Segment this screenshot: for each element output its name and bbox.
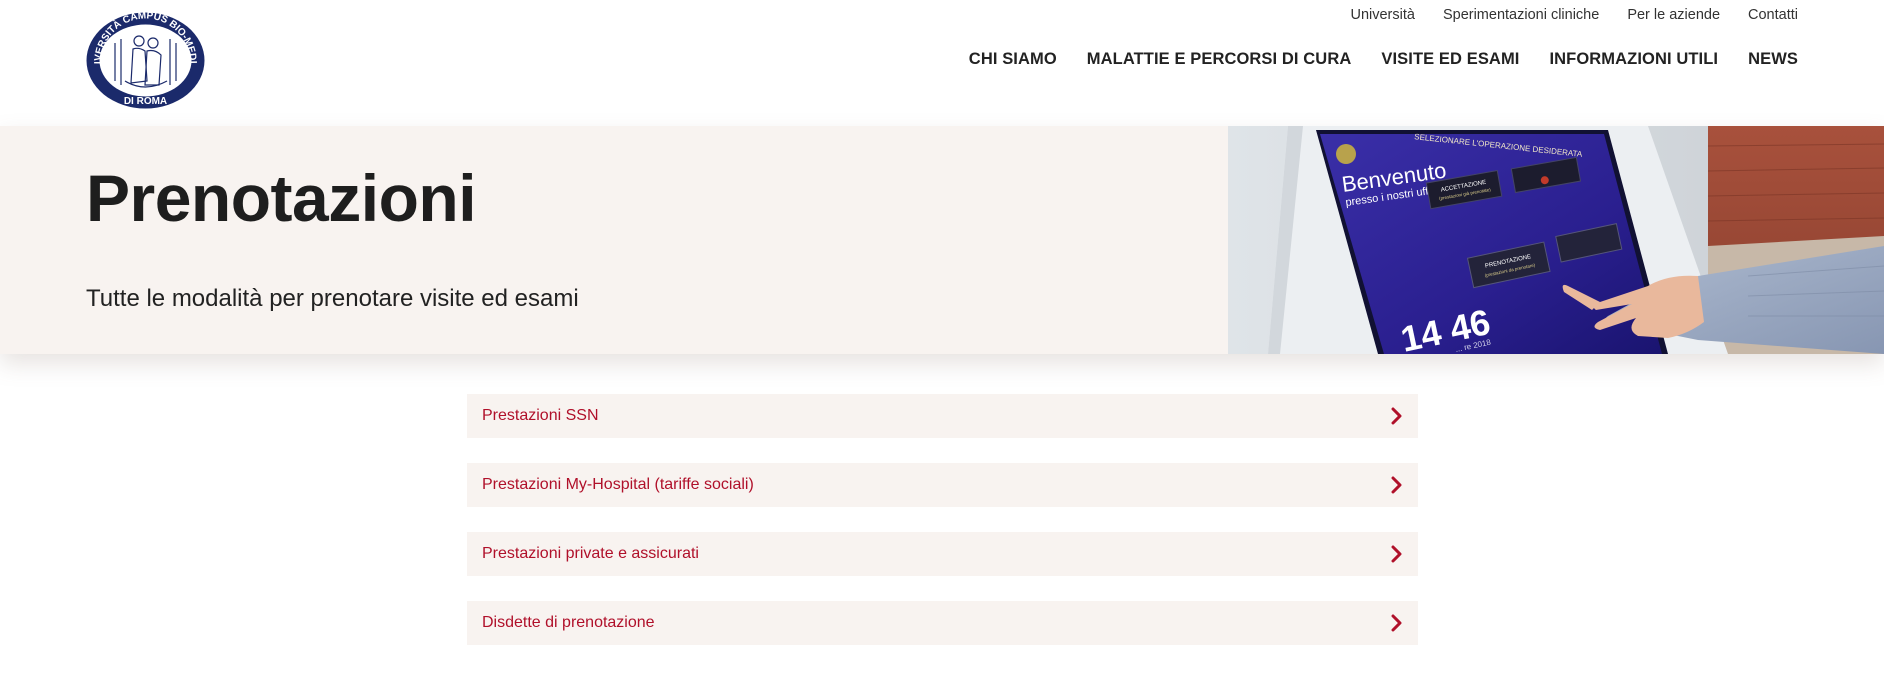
logo-text-bottom: DI ROMA — [124, 96, 167, 107]
main-nav-news[interactable]: NEWS — [1748, 50, 1798, 69]
page-title: Prenotazioni — [86, 161, 477, 235]
link-label: Prestazioni SSN — [482, 407, 599, 424]
chevron-right-icon — [1391, 614, 1402, 632]
util-nav-contatti[interactable]: Contatti — [1748, 7, 1798, 23]
chevron-right-icon — [1391, 407, 1402, 425]
link-prestazioni-my-hospital[interactable]: Prestazioni My-Hospital (tariffe sociali… — [467, 463, 1418, 507]
booking-links: Prestazioni SSN Prestazioni My-Hospital … — [467, 394, 1418, 670]
logo-emblem: UNIVERSITÀ CAMPUS BIO-MEDICO DI ROMA — [81, 3, 205, 109]
link-prestazioni-ssn[interactable]: Prestazioni SSN — [467, 394, 1418, 438]
link-label: Prestazioni My-Hospital (tariffe sociali… — [482, 476, 754, 493]
main-nav-visite-ed-esami[interactable]: VISITE ED ESAMI — [1381, 50, 1519, 69]
link-label: Prestazioni private e assicurati — [482, 545, 699, 562]
link-label: Disdette di prenotazione — [482, 614, 655, 631]
util-nav-per-le-aziende[interactable]: Per le aziende — [1627, 7, 1720, 23]
main-nav-informazioni-utili[interactable]: INFORMAZIONI UTILI — [1549, 50, 1718, 69]
university-logo[interactable]: UNIVERSITÀ CAMPUS BIO-MEDICO DI ROMA — [81, 3, 206, 110]
hero-banner: Prenotazioni Tutte le modalità per preno… — [0, 126, 1884, 354]
utility-nav: Università Sperimentazioni cliniche Per … — [1350, 5, 1798, 25]
kiosk-illustration: SELEZIONARE L'OPERAZIONE DESIDERATA Benv… — [1228, 126, 1884, 354]
main-nav-malattie-e-percorsi-di-cura[interactable]: MALATTIE E PERCORSI DI CURA — [1087, 50, 1352, 69]
page: UNIVERSITÀ CAMPUS BIO-MEDICO DI ROMA Uni… — [0, 0, 1884, 681]
page-subtitle: Tutte le modalità per prenotare visite e… — [86, 285, 579, 312]
util-nav-sperimentazioni-cliniche[interactable]: Sperimentazioni cliniche — [1443, 7, 1599, 23]
chevron-right-icon — [1391, 476, 1402, 494]
chevron-right-icon — [1391, 545, 1402, 563]
site-header: UNIVERSITÀ CAMPUS BIO-MEDICO DI ROMA Uni… — [0, 0, 1884, 126]
util-nav-universita[interactable]: Università — [1350, 7, 1414, 23]
main-nav-chi-siamo[interactable]: CHI SIAMO — [969, 50, 1057, 69]
link-disdette-prenotazione[interactable]: Disdette di prenotazione — [467, 601, 1418, 645]
main-nav: CHI SIAMO MALATTIE E PERCORSI DI CURA VI… — [969, 47, 1798, 71]
hero-kiosk-image: SELEZIONARE L'OPERAZIONE DESIDERATA Benv… — [1228, 126, 1884, 354]
link-prestazioni-private[interactable]: Prestazioni private e assicurati — [467, 532, 1418, 576]
